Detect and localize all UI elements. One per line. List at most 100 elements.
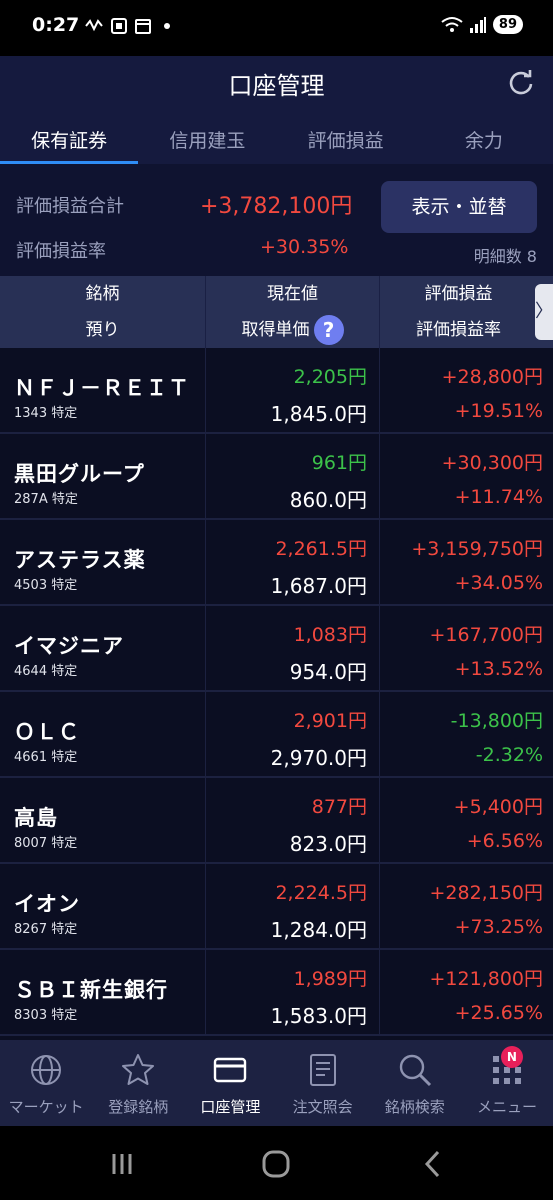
price-cell: 961円 860.0円	[205, 434, 379, 518]
tab-profit-loss[interactable]: 評価損益	[277, 112, 415, 164]
nav-market[interactable]: マーケット	[0, 1040, 92, 1126]
stock-code: 8007 特定	[14, 836, 78, 851]
acquisition-price: 1,687.0円	[270, 574, 367, 598]
stock-code: 4644 特定	[14, 664, 78, 679]
scroll-right-button[interactable]: 〉	[535, 284, 553, 340]
nav-label: マーケット	[8, 1098, 84, 1116]
tab-buying-power[interactable]: 余力	[415, 112, 553, 164]
acquisition-price: 823.0円	[289, 832, 367, 856]
pl-rate-value: +30.35%	[260, 236, 349, 258]
recent-apps-icon[interactable]	[106, 1148, 138, 1180]
nav-menu[interactable]: N メニュー	[461, 1040, 553, 1126]
screenshot-icon	[111, 18, 127, 34]
pl-cell: +167,700円 +13.52%	[379, 606, 553, 690]
status-system-icons: 89	[441, 15, 523, 34]
nav-watchlist[interactable]: 登録銘柄	[92, 1040, 184, 1126]
profit-loss: +5,400円	[453, 796, 543, 818]
system-navigation-bar	[0, 1126, 553, 1200]
stock-name: イオン	[14, 892, 80, 916]
price-cell: 877円 823.0円	[205, 778, 379, 862]
acquisition-price: 954.0円	[289, 660, 367, 684]
profit-loss-rate: +34.05%	[454, 572, 543, 594]
status-time: 0:27	[32, 14, 80, 36]
notification-dot-icon	[164, 23, 170, 29]
pl-cell: +30,300円 +11.74%	[379, 434, 553, 518]
stock-code: 4661 特定	[14, 750, 78, 765]
header-pl-label: 評価損益	[424, 284, 493, 304]
search-icon	[399, 1054, 431, 1087]
detail-count: 明細数 8	[473, 247, 537, 266]
display-sort-button[interactable]: 表示・並替	[381, 181, 537, 233]
table-row[interactable]: 黒田グループ 287A 特定 961円 860.0円 +30,300円 +11.74%	[0, 434, 553, 520]
star-icon	[122, 1054, 155, 1085]
acquisition-price: 860.0円	[289, 488, 367, 512]
price-cell: 1,083円 954.0円	[205, 606, 379, 690]
help-icon[interactable]: ?	[313, 315, 344, 345]
acquisition-price: 1,845.0円	[270, 402, 367, 426]
table-row[interactable]: 高島 8007 特定 877円 823.0円 +5,400円 +6.56%	[0, 778, 553, 864]
symbol-cell: ＳＢＩ新生銀行 8303 特定	[0, 950, 205, 1034]
profit-loss: +121,800円	[429, 968, 544, 990]
profit-loss: -13,800円	[450, 710, 543, 732]
profit-loss: +28,800円	[441, 366, 543, 388]
header-pl-rate-label: 評価損益率	[416, 320, 501, 340]
stock-name: ＮＦＪ－ＲＥＩＴ	[14, 376, 190, 400]
symbol-cell: 高島 8007 特定	[0, 778, 205, 862]
price-cell: 2,261.5円 1,687.0円	[205, 520, 379, 604]
profit-loss-rate: +13.52%	[454, 658, 543, 680]
table-row[interactable]: アステラス薬 4503 特定 2,261.5円 1,687.0円 +3,159,750円…	[0, 520, 553, 606]
nav-label: 注文照会	[292, 1098, 353, 1116]
tab-holdings[interactable]: 保有証券	[0, 112, 139, 164]
symbol-cell: イオン 8267 特定	[0, 864, 205, 948]
refresh-icon[interactable]	[507, 68, 535, 96]
card-icon	[214, 1057, 247, 1083]
stock-code: 1343 特定	[14, 406, 78, 421]
menu-badge: N	[500, 1046, 523, 1068]
stock-name: ＯＬＣ	[14, 720, 80, 744]
current-price: 1,083円	[293, 624, 367, 646]
holdings-list: ＮＦＪ－ＲＥＩＴ 1343 特定 2,205円 1,845.0円 +28,800円 +19…	[0, 348, 553, 1036]
symbol-cell: アステラス薬 4503 特定	[0, 520, 205, 604]
profit-loss: +167,700円	[429, 624, 544, 646]
bottom-navigation: マーケット 登録銘柄 口座管理 注文照会 銘柄検索 N メニュー	[0, 1040, 553, 1126]
nav-label: メニュー	[476, 1098, 537, 1116]
header-current-price-label: 現在値	[267, 284, 318, 304]
back-icon[interactable]	[418, 1148, 450, 1180]
profit-loss-rate: +73.25%	[454, 916, 543, 938]
table-header: 銘柄 預り 現在値 取得単価? 評価損益 評価損益率 〉	[0, 276, 553, 348]
table-row[interactable]: イマジニア 4644 特定 1,083円 954.0円 +167,700円 +13.52%	[0, 606, 553, 692]
header-cost-label-wrap: 取得単価?	[206, 312, 379, 348]
nav-search[interactable]: 銘柄検索	[369, 1040, 461, 1126]
table-row[interactable]: ＳＢＩ新生銀行 8303 特定 1,989円 1,583.0円 +121,800円 +25…	[0, 950, 553, 1036]
total-pl-label: 評価損益合計	[16, 196, 124, 217]
table-row[interactable]: イオン 8267 特定 2,224.5円 1,284.0円 +282,150円 +73.2…	[0, 864, 553, 950]
table-row[interactable]: ＮＦＪ－ＲＥＩＴ 1343 特定 2,205円 1,845.0円 +28,800円 +19…	[0, 348, 553, 434]
profit-loss-rate: +6.56%	[466, 830, 543, 852]
nav-orders[interactable]: 注文照会	[277, 1040, 369, 1126]
nav-label: 銘柄検索	[384, 1098, 445, 1116]
current-price: 961円	[311, 452, 367, 474]
symbol-cell: ＮＦＪ－ＲＥＩＴ 1343 特定	[0, 348, 205, 432]
header-cost-label: 取得単価	[241, 320, 310, 340]
calendar-icon	[135, 19, 151, 34]
profit-loss-rate: -2.32%	[475, 744, 543, 766]
stock-name: イマジニア	[14, 634, 124, 658]
profit-loss-rate: +25.65%	[454, 1002, 543, 1024]
tab-margin-positions[interactable]: 信用建玉	[138, 112, 276, 164]
status-bar: 0:27 89	[0, 0, 553, 56]
summary-panel: 評価損益合計 +3,782,100円 評価損益率 +30.35% 表示・並替 明…	[0, 164, 553, 276]
stock-name: 黒田グループ	[14, 462, 145, 486]
acquisition-price: 2,970.0円	[270, 746, 367, 770]
stock-code: 8303 特定	[14, 1008, 78, 1023]
nav-account[interactable]: 口座管理	[184, 1040, 276, 1126]
header-col-price: 現在値 取得単価?	[205, 276, 379, 348]
profit-loss: +3,159,750円	[411, 538, 543, 560]
symbol-cell: 黒田グループ 287A 特定	[0, 434, 205, 518]
pl-cell: +5,400円 +6.56%	[379, 778, 553, 862]
price-cell: 2,901円 2,970.0円	[205, 692, 379, 776]
pl-cell: +3,159,750円 +34.05%	[379, 520, 553, 604]
acquisition-price: 1,284.0円	[270, 918, 367, 942]
signal-wave-icon	[85, 19, 103, 32]
table-row[interactable]: ＯＬＣ 4661 特定 2,901円 2,970.0円 -13,800円 -2.32%	[0, 692, 553, 778]
home-icon[interactable]	[260, 1148, 292, 1180]
